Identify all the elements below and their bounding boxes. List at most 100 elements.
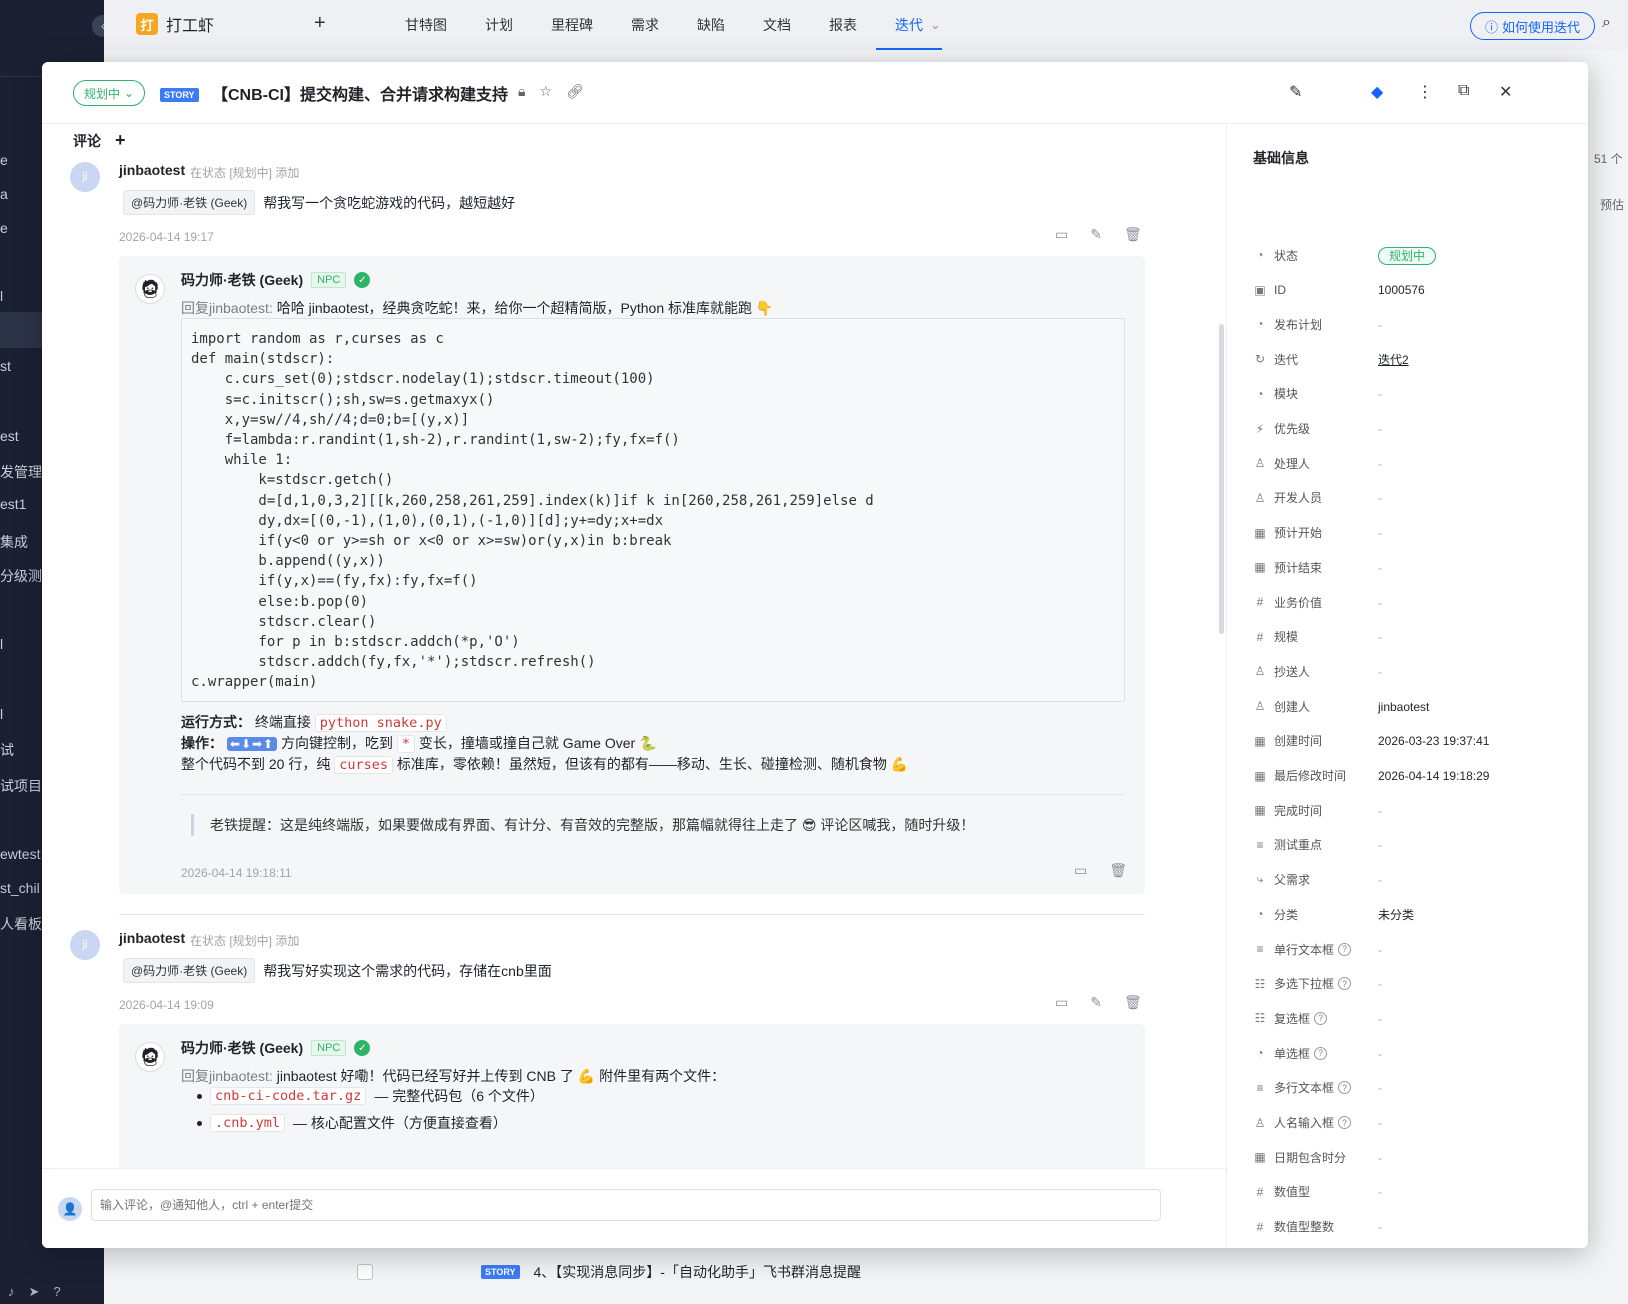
property-value[interactable]: - (1378, 630, 1382, 644)
send-icon[interactable]: ➤ (29, 1284, 40, 1300)
nav-tab[interactable]: 计划 (466, 0, 532, 50)
reply-icon[interactable]: ▭ (1055, 226, 1068, 243)
nav-tab[interactable]: 文档 (744, 0, 810, 50)
nav-tab[interactable]: 报表 (810, 0, 876, 50)
link-icon[interactable]: 🔗︎ (566, 83, 584, 100)
help-icon[interactable]: ? (53, 1284, 60, 1300)
property-value[interactable]: - (1378, 873, 1382, 887)
help-button[interactable]: ⓘ 如何使用迭代 (1470, 12, 1596, 40)
property-row[interactable]: ⤷ 父需求 - (1253, 869, 1573, 891)
property-row[interactable]: ♙ 抄送人 - (1253, 660, 1573, 682)
help-icon[interactable]: ? (1338, 1081, 1352, 1095)
property-value[interactable]: - (1378, 387, 1382, 401)
ai-assistant-icon[interactable]: ◆ (1371, 82, 1383, 102)
help-icon[interactable]: ? (1314, 1046, 1328, 1060)
edit-icon[interactable]: ✎ (1090, 226, 1102, 243)
property-row[interactable]: ⚡ 优先级 - (1253, 418, 1573, 440)
trash-icon[interactable]: 🗑︎ (1124, 994, 1142, 1011)
comment-input[interactable] (91, 1189, 1161, 1221)
property-value[interactable]: - (1378, 526, 1382, 540)
lock-icon[interactable]: 🔒︎ (518, 83, 525, 100)
property-value[interactable]: 2026-04-14 19:18:29 (1378, 769, 1489, 783)
property-row[interactable]: ▦ 预计开始 - (1253, 522, 1573, 544)
close-icon[interactable]: ✕ (1499, 82, 1512, 102)
edit-icon[interactable]: ✎ (1289, 82, 1302, 102)
property-value[interactable]: jinbaotest (1378, 700, 1429, 714)
property-row[interactable]: # 数值型 - (1253, 1181, 1573, 1203)
trash-icon[interactable]: 🗑︎ (1124, 226, 1142, 243)
sidebar-item[interactable]: est (0, 428, 19, 444)
property-value[interactable]: - (1378, 1047, 1382, 1061)
property-value[interactable]: 未分类 (1378, 908, 1414, 922)
property-value[interactable]: - (1378, 943, 1382, 957)
property-value[interactable]: - (1378, 491, 1382, 505)
sidebar-item[interactable]: st_chil (0, 880, 40, 896)
property-row[interactable]: ▦ 创建时间 2026-03-23 19:37:41 (1253, 730, 1573, 752)
open-in-new-window-icon[interactable]: ⧉ (1458, 82, 1469, 100)
property-row[interactable]: ↻ 迭代 迭代2 (1253, 348, 1573, 370)
project-switcher[interactable]: 打 打工虾 (136, 12, 214, 36)
property-row[interactable]: ◔ 发布计划 - (1253, 313, 1573, 335)
background-table-row[interactable]: STORY 4、【实现消息同步】-「自动化助手」飞书群消息提醒 (357, 1262, 861, 1282)
property-row[interactable]: # 数值型整数 - (1253, 1216, 1573, 1238)
sidebar-item[interactable]: est1 (0, 496, 26, 512)
property-row[interactable]: ≡ 多行文本框? - (1253, 1077, 1573, 1099)
property-row[interactable]: ♙ 处理人 - (1253, 452, 1573, 474)
add-comment-icon[interactable]: + (115, 130, 126, 151)
row-title[interactable]: 4、【实现消息同步】-「自动化助手」飞书群消息提醒 (534, 1262, 861, 1282)
comment-author[interactable]: jinbaotest (119, 930, 185, 946)
property-row[interactable]: ♙ 开发人员 - (1253, 487, 1573, 509)
comments-pane[interactable]: 评论 + ji jinbaotest 在状态 [规划中] 添加 @码力师·老铁 … (42, 124, 1226, 1168)
property-value[interactable]: - (1378, 457, 1382, 471)
trash-icon[interactable]: 🗑︎ (1109, 862, 1127, 879)
sidebar-item[interactable]: e (0, 152, 8, 168)
sidebar-item[interactable]: l (0, 288, 3, 304)
add-icon[interactable]: + (314, 12, 326, 35)
nav-tab[interactable]: 里程碑 (532, 0, 612, 50)
property-value[interactable]: 规划中 (1378, 246, 1437, 265)
property-value[interactable]: - (1378, 596, 1382, 610)
sidebar-item[interactable]: st (0, 358, 11, 374)
edit-icon[interactable]: ✎ (1090, 994, 1102, 1011)
status-dropdown[interactable]: 规划中 ⌄ (73, 80, 146, 106)
property-row[interactable]: # 业务价值 - (1253, 591, 1573, 613)
property-row[interactable]: ▦ 预计结束 - (1253, 556, 1573, 578)
sidebar-item[interactable]: ewtest (0, 846, 40, 862)
sidebar-item[interactable]: 集成 (0, 532, 28, 552)
reply-icon[interactable]: ▭ (1055, 994, 1068, 1011)
property-value[interactable]: - (1378, 804, 1382, 818)
search-icon[interactable]: ⌕ (1602, 14, 1611, 32)
property-value[interactable]: - (1378, 318, 1382, 332)
issue-title[interactable]: 【CNB-CI】提交构建、合并请求构建支持 (212, 81, 508, 105)
property-row[interactable]: ◔ 模块 - (1253, 383, 1573, 405)
help-icon[interactable]: ? (1338, 942, 1352, 956)
property-value[interactable]: - (1378, 838, 1382, 852)
mention-tag[interactable]: @码力师·老铁 (Geek) (123, 190, 256, 215)
property-value[interactable]: - (1378, 1012, 1382, 1026)
property-value[interactable]: 1000576 (1378, 283, 1425, 297)
property-row[interactable]: ▦ 日期包含时分 - (1253, 1146, 1573, 1168)
sidebar-item[interactable]: 人看板 (0, 914, 42, 934)
help-icon[interactable]: ? (1338, 977, 1352, 991)
reply-icon[interactable]: ▭ (1074, 862, 1087, 879)
sidebar-item[interactable]: a (0, 186, 8, 202)
row-checkbox[interactable] (357, 1264, 373, 1280)
bot-name[interactable]: 码力师·老铁 (Geek) (181, 270, 303, 290)
property-row[interactable]: ▣ ID 1000576 (1253, 279, 1573, 301)
sidebar-item[interactable]: 试 (0, 740, 14, 760)
sidebar-item[interactable]: e (0, 220, 8, 236)
property-row[interactable]: ≡ 测试重点 - (1253, 834, 1573, 856)
property-value[interactable]: - (1378, 1220, 1382, 1234)
comment-author[interactable]: jinbaotest (119, 162, 185, 178)
nav-tab[interactable]: 需求 (612, 0, 678, 50)
property-row[interactable]: ≡ 单行文本框? - (1253, 938, 1573, 960)
property-value[interactable]: - (1378, 1151, 1382, 1165)
chevron-down-icon[interactable]: ⌄ (930, 0, 941, 50)
property-value[interactable]: - (1378, 1081, 1382, 1095)
property-row[interactable]: ♙ 人名输入框? - (1253, 1112, 1573, 1134)
property-row[interactable]: # 规模 - (1253, 626, 1573, 648)
property-value[interactable]: - (1378, 1116, 1382, 1130)
mention-tag[interactable]: @码力师·老铁 (Geek) (123, 958, 256, 983)
comments-scrollbar[interactable] (1219, 324, 1224, 634)
property-value[interactable]: - (1378, 1185, 1382, 1199)
